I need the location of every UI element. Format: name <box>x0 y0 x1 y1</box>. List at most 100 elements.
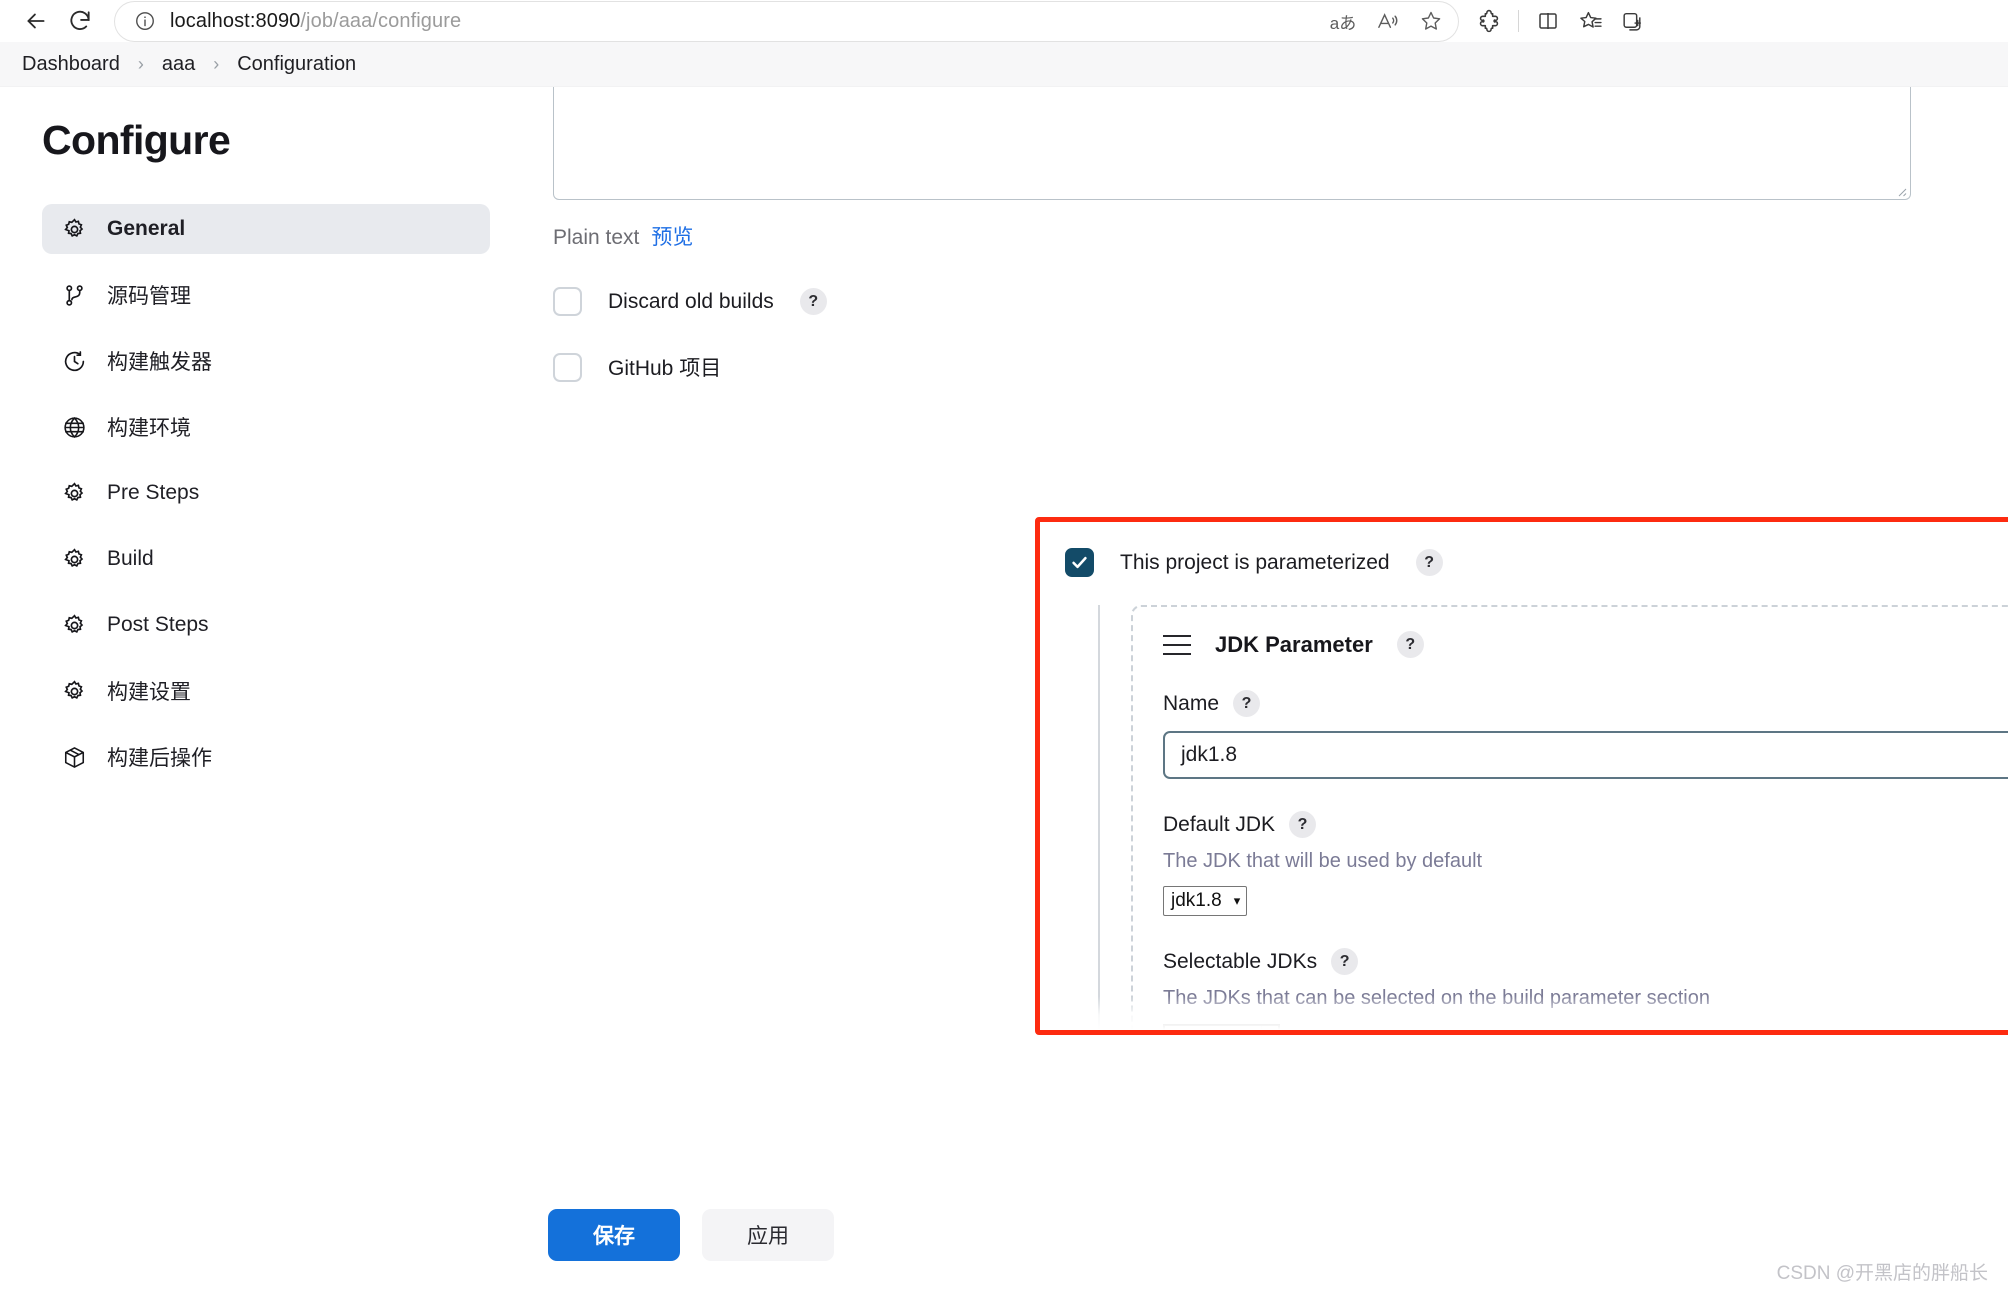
breadcrumb: Dashboard › aaa › Configuration <box>0 42 2008 87</box>
selectable-jdks-label-text: Selectable JDKs <box>1163 949 1318 973</box>
sidebar-item-post-build-actions[interactable]: 构建后操作 <box>42 732 490 782</box>
listbox-options: (All) (Default) jdk1.8 <box>1165 1026 1261 1030</box>
extensions-icon[interactable] <box>1469 1 1509 41</box>
configure-form: Plain text 预览 Discard old builds ? GitHu… <box>520 87 2008 1299</box>
selectable-jdks-description: The JDKs that can be selected on the bui… <box>1163 987 1710 1009</box>
translate-icon[interactable]: aあ <box>1323 1 1363 41</box>
plain-text-row: Plain text 预览 <box>553 221 1918 251</box>
list-item[interactable]: (All) <box>1165 1027 1261 1030</box>
box-icon <box>61 744 87 770</box>
name-input[interactable]: jdk1.8 <box>1163 731 2008 779</box>
github-project-checkbox[interactable] <box>553 352 582 382</box>
sidebar-item-build-settings[interactable]: 构建设置 <box>42 666 490 716</box>
plain-text-label: Plain text <box>553 226 640 249</box>
gear-icon <box>61 678 87 704</box>
sidebar-item-post-steps[interactable]: Post Steps <box>42 600 490 650</box>
name-label-text: Name <box>1163 691 1220 715</box>
scroll-up-icon[interactable]: ▲ <box>1264 1027 1277 1030</box>
collections-icon[interactable] <box>1570 1 1610 41</box>
back-button[interactable] <box>14 0 58 43</box>
highlight-inner: This project is parameterized ? JDK Para… <box>1040 522 2008 1030</box>
sidebar-item-scm[interactable]: 源码管理 <box>42 270 490 320</box>
highlight-annotation-box: This project is parameterized ? JDK Para… <box>1035 517 2008 1035</box>
sidebar-item-general[interactable]: General <box>42 204 490 254</box>
help-icon[interactable]: ? <box>1331 948 1359 975</box>
gear-icon <box>61 546 87 572</box>
toolbar-divider <box>1518 10 1519 32</box>
browser-actions <box>1459 1 1652 41</box>
site-info-icon[interactable] <box>132 8 158 34</box>
sidebar-item-label: Post Steps <box>107 613 209 636</box>
globe-icon <box>61 414 87 440</box>
sidebar-item-build[interactable]: Build <box>42 534 490 584</box>
sidebar-item-build-triggers[interactable]: 构建触发器 <box>42 336 490 386</box>
selectable-jdks-label: Selectable JDKs ? <box>1163 948 2008 975</box>
breadcrumb-item-dashboard[interactable]: Dashboard <box>18 53 124 76</box>
sidebar-item-label: General <box>107 217 186 240</box>
github-project-row[interactable]: GitHub 项目 <box>553 352 1918 382</box>
save-button[interactable]: 保存 <box>548 1209 680 1261</box>
parameter-card-header: JDK Parameter ? <box>1163 631 2008 658</box>
selectable-jdks-listbox[interactable]: (All) (Default) jdk1.8 ▲ ▼ <box>1163 1024 1280 1030</box>
sidebar-item-label: Pre Steps <box>107 481 200 504</box>
github-project-label: GitHub 项目 <box>608 357 722 380</box>
preview-link[interactable]: 预览 <box>651 221 693 251</box>
parameterized-row[interactable]: This project is parameterized ? <box>1065 548 2008 577</box>
help-icon[interactable]: ? <box>799 288 827 315</box>
favorite-star-icon[interactable] <box>1411 1 1451 41</box>
watermark: CSDN @开黑店的胖船长 <box>1776 1263 1988 1284</box>
parameterized-checkbox[interactable] <box>1065 548 1094 577</box>
sidebar-item-pre-steps[interactable]: Pre Steps <box>42 468 490 518</box>
apply-button[interactable]: 应用 <box>702 1209 834 1261</box>
jdk-parameter-card: JDK Parameter ? Name ? jdk1.8 Default JD… <box>1131 605 2008 1030</box>
discard-old-builds-checkbox[interactable] <box>553 287 582 316</box>
parameter-card-title: JDK Parameter <box>1215 631 1373 657</box>
gear-icon <box>61 612 87 638</box>
help-icon[interactable]: ? <box>1415 549 1443 576</box>
gear-icon <box>61 480 87 506</box>
drag-handle-icon[interactable] <box>1163 634 1191 655</box>
url-host: localhost:8090 <box>170 9 301 32</box>
help-icon[interactable]: ? <box>1233 690 1261 717</box>
url-path: /job/aaa/configure <box>300 9 462 32</box>
read-aloud-icon[interactable] <box>1367 1 1407 41</box>
tab-actions-icon[interactable] <box>1612 1 1652 41</box>
sidebar-item-label: 构建设置 <box>107 681 191 704</box>
configure-sidebar: Configure General 源码管理 构建触发器 构建环境 Pre St… <box>0 87 520 1299</box>
default-jdk-selected-value: jdk1.8 <box>1171 890 1222 911</box>
url-text[interactable]: localhost:8090/job/aaa/configure <box>170 10 1323 33</box>
browser-toolbar: localhost:8090/job/aaa/configure aあ <box>0 0 2008 42</box>
parameters-list: JDK Parameter ? Name ? jdk1.8 Default JD… <box>1098 605 2008 1030</box>
resize-grip-icon[interactable] <box>1893 183 1907 197</box>
page-body: Configure General 源码管理 构建触发器 构建环境 Pre St… <box>0 87 2008 1299</box>
parameterized-label: This project is parameterized <box>1120 550 1390 574</box>
sidebar-item-label: 源码管理 <box>107 285 191 308</box>
split-screen-icon[interactable] <box>1528 1 1568 41</box>
breadcrumb-item-configuration[interactable]: Configuration <box>233 53 360 76</box>
help-icon[interactable]: ? <box>1289 811 1317 838</box>
breadcrumb-separator: › <box>213 53 220 74</box>
name-field-label: Name ? <box>1163 690 2008 717</box>
listbox-scrollbar[interactable]: ▲ ▼ <box>1261 1026 1278 1030</box>
address-bar-actions: aあ <box>1323 1 1451 41</box>
sidebar-item-label: 构建环境 <box>107 417 191 440</box>
default-jdk-label: Default JDK ? <box>1163 811 2008 838</box>
sidebar-item-label: 构建后操作 <box>107 747 212 770</box>
chevron-down-icon: ▾ <box>1233 893 1241 908</box>
discard-old-builds-row[interactable]: Discard old builds ? <box>553 287 1918 316</box>
form-actions: 保存 应用 <box>548 1209 834 1261</box>
default-jdk-description: The JDK that will be used by default <box>1163 850 1483 872</box>
page-title: Configure <box>42 117 231 163</box>
reload-button[interactable] <box>58 0 102 43</box>
description-textarea[interactable] <box>553 87 1911 200</box>
discard-old-builds-label: Discard old builds <box>608 289 774 313</box>
default-jdk-label-text: Default JDK <box>1163 812 1276 836</box>
address-bar[interactable]: localhost:8090/job/aaa/configure aあ <box>114 0 1459 42</box>
name-input-value: jdk1.8 <box>1181 743 1238 766</box>
breadcrumb-item-job[interactable]: aaa <box>158 53 199 76</box>
sidebar-item-build-environment[interactable]: 构建环境 <box>42 402 490 452</box>
default-jdk-select[interactable]: jdk1.8 ▾ <box>1163 886 1248 916</box>
sidebar-item-label: 构建触发器 <box>107 351 212 374</box>
help-icon[interactable]: ? <box>1396 631 1424 658</box>
clock-icon <box>61 348 87 374</box>
